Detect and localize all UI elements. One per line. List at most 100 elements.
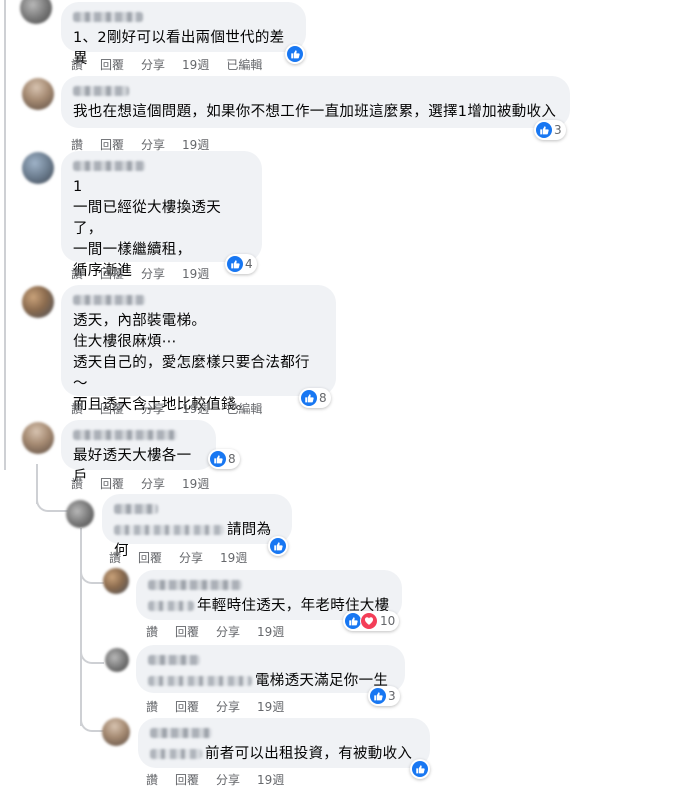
share-button[interactable]: 分享 [216, 623, 240, 640]
comment-actions: 讚 回覆 分享 19週 [71, 265, 226, 282]
reply-text-row: 電梯透天滿足你一生 [148, 671, 393, 692]
reply-bubble: 請問為何 [102, 494, 292, 559]
comment-bubble: 1 一間已經從大樓換透天了， 一間一樣繼續租， 循序漸進 [61, 151, 262, 279]
comment-actions: 讚 回覆 分享 19週 已編輯 [71, 56, 279, 73]
like-button[interactable]: 讚 [71, 475, 83, 492]
commenter-name[interactable] [114, 504, 158, 514]
comment-actions: 讚 回覆 分享 19週 已編輯 [71, 400, 279, 417]
timestamp[interactable]: 19週 [182, 265, 209, 282]
reaction-count: 8 [319, 391, 327, 405]
mention-tag[interactable] [114, 525, 224, 535]
avatar[interactable] [20, 0, 52, 24]
reply-actions: 讚 回覆 分享 19週 [146, 623, 301, 640]
thread-line [4, 0, 6, 470]
reply-text-row: 前者可以出租投資，有被動收入 [150, 744, 418, 765]
reaction-badge[interactable]: 8 [299, 388, 331, 408]
like-button[interactable]: 讚 [146, 623, 158, 640]
reply-button[interactable]: 回覆 [100, 475, 124, 492]
reaction-badge[interactable]: 3 [368, 686, 400, 706]
thumbs-up-icon [270, 538, 286, 554]
timestamp[interactable]: 19週 [257, 623, 284, 640]
thread-connector [80, 714, 104, 732]
commenter-name[interactable] [73, 86, 129, 96]
thread-connector [80, 568, 104, 584]
avatar[interactable] [105, 648, 129, 672]
reaction-count: 10 [380, 614, 396, 628]
reaction-badge[interactable]: 4 [225, 254, 257, 274]
reaction-badge[interactable]: 3 [534, 120, 566, 140]
like-button[interactable]: 讚 [146, 698, 158, 715]
reply-text: 前者可以出租投資，有被動收入 [205, 746, 413, 762]
share-button[interactable]: 分享 [179, 549, 203, 566]
reaction-count: 3 [388, 689, 396, 703]
mention-tag[interactable] [148, 601, 194, 611]
timestamp[interactable]: 19週 [182, 475, 209, 492]
commenter-name[interactable] [73, 161, 145, 171]
reaction-count: 4 [245, 257, 253, 271]
mention-tag[interactable] [150, 749, 202, 759]
reaction-badge[interactable]: 8 [208, 449, 240, 469]
timestamp[interactable]: 19週 [182, 400, 209, 417]
comment-actions: 讚 回覆 分享 19週 [71, 475, 226, 492]
thread-line [80, 528, 82, 726]
avatar[interactable] [22, 422, 54, 454]
reaction-count: 3 [554, 123, 562, 137]
reply-button[interactable]: 回覆 [138, 549, 162, 566]
commenter-name[interactable] [73, 12, 143, 22]
reaction-badge[interactable] [410, 759, 430, 779]
like-button[interactable]: 讚 [71, 400, 83, 417]
reaction-badge[interactable] [285, 44, 305, 64]
reply-button[interactable]: 回覆 [100, 56, 124, 73]
like-button[interactable]: 讚 [109, 549, 121, 566]
reply-button[interactable]: 回覆 [175, 623, 199, 640]
comment-text: 我也在想這個問題，如果你不想工作一直加班這麼累，選擇1增加被動收入 [73, 104, 557, 120]
timestamp[interactable]: 19週 [220, 549, 247, 566]
reply-actions: 讚 回覆 分享 19週 [109, 549, 264, 566]
like-button[interactable]: 讚 [71, 56, 83, 73]
timestamp[interactable]: 19週 [257, 698, 284, 715]
share-button[interactable]: 分享 [141, 475, 165, 492]
commenter-name[interactable] [73, 430, 177, 440]
reply-button[interactable]: 回覆 [100, 265, 124, 282]
avatar[interactable] [102, 718, 130, 746]
avatar[interactable] [103, 568, 129, 594]
thumbs-up-icon [210, 451, 226, 467]
comment-bubble: 透天，內部裝電梯。 住大樓很麻煩⋯ 透天自己的，愛怎麼樣只要合法都行～ 而且透天… [61, 285, 336, 413]
comment-bubble: 1、2剛好可以看出兩個世代的差異 [61, 2, 306, 67]
thumbs-up-icon [287, 46, 303, 62]
reply-actions: 讚 回覆 分享 19週 [146, 698, 301, 715]
thumbs-up-icon [536, 122, 552, 138]
mention-tag[interactable] [148, 676, 252, 686]
avatar[interactable] [66, 500, 94, 528]
reply-button[interactable]: 回覆 [175, 698, 199, 715]
commenter-name[interactable] [73, 295, 145, 305]
avatar[interactable] [22, 78, 54, 110]
commenter-name[interactable] [150, 728, 212, 738]
avatar[interactable] [22, 152, 54, 184]
share-button[interactable]: 分享 [216, 698, 240, 715]
commenter-name[interactable] [148, 580, 242, 590]
heart-icon [360, 612, 378, 630]
comment-bubble: 最好透天大樓各一戶 [61, 420, 216, 485]
thumbs-up-icon [227, 256, 243, 272]
share-button[interactable]: 分享 [216, 771, 240, 788]
thread-connector [36, 496, 68, 512]
share-button[interactable]: 分享 [141, 265, 165, 282]
share-button[interactable]: 分享 [141, 400, 165, 417]
thumbs-up-icon [345, 613, 361, 629]
like-button[interactable]: 讚 [146, 771, 158, 788]
share-button[interactable]: 分享 [141, 56, 165, 73]
reaction-badge[interactable] [268, 536, 288, 556]
commenter-name[interactable] [148, 655, 200, 665]
thread-connector [80, 648, 104, 664]
reply-bubble: 電梯透天滿足你一生 [136, 645, 405, 693]
timestamp[interactable]: 19週 [182, 56, 209, 73]
reply-button[interactable]: 回覆 [100, 400, 124, 417]
comment-bubble: 我也在想這個問題，如果你不想工作一直加班這麼累，選擇1增加被動收入 [61, 76, 570, 128]
avatar[interactable] [22, 286, 54, 318]
reaction-badge[interactable]: 10 [343, 611, 400, 631]
timestamp[interactable]: 19週 [257, 771, 284, 788]
reply-button[interactable]: 回覆 [175, 771, 199, 788]
edited-label: 已編輯 [226, 402, 263, 416]
like-button[interactable]: 讚 [71, 265, 83, 282]
